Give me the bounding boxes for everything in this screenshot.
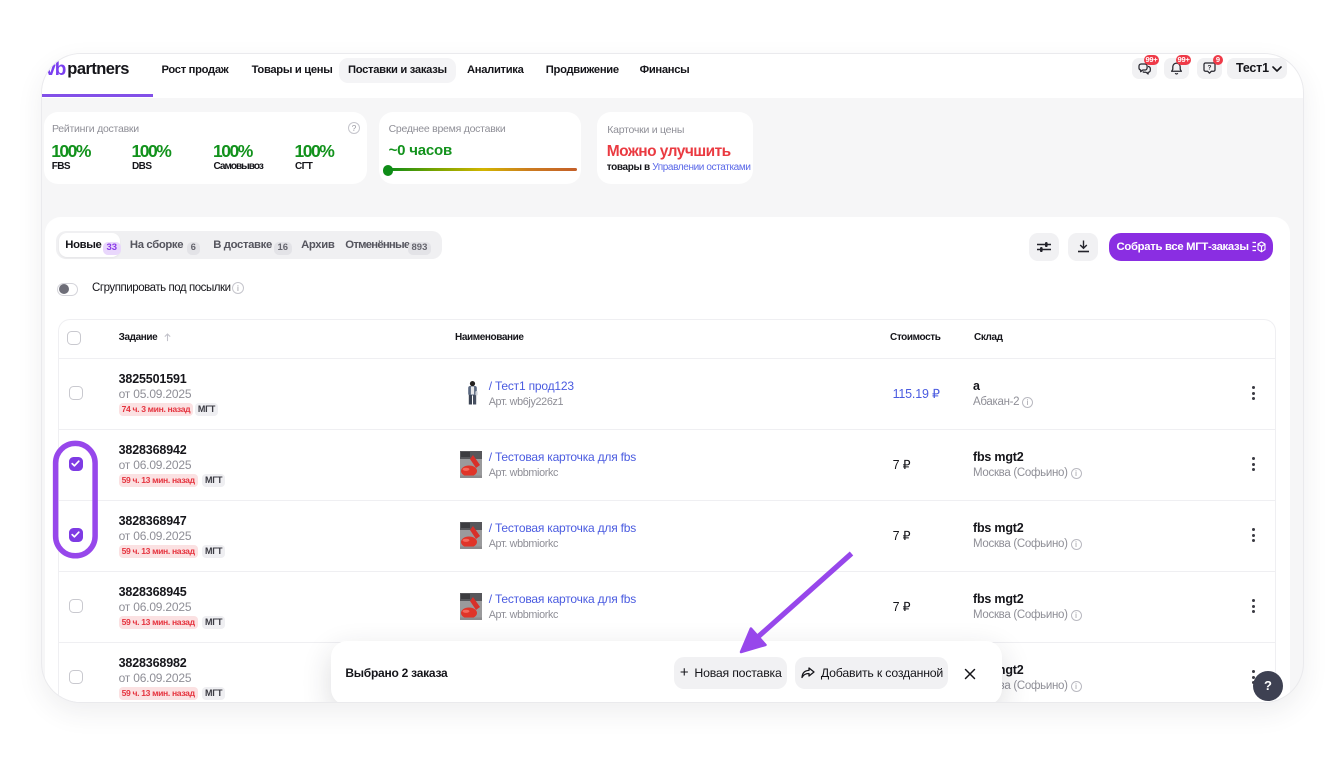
svg-text:?: ? bbox=[1208, 65, 1212, 72]
